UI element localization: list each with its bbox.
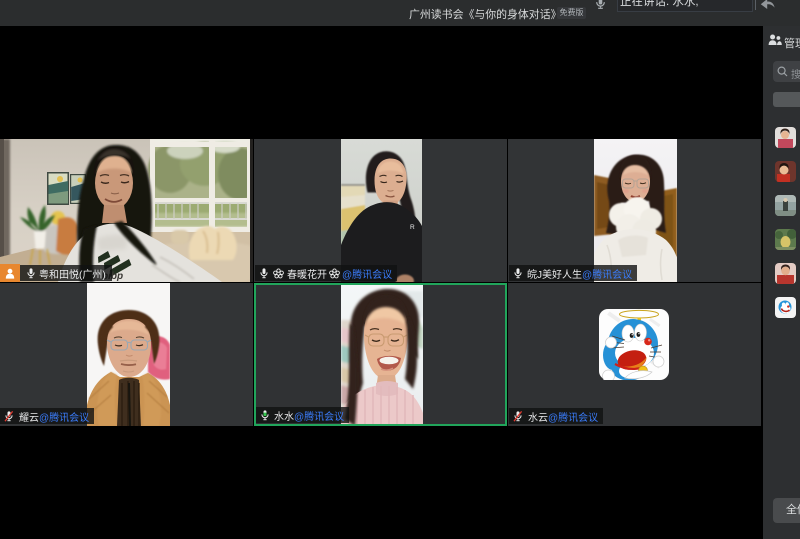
svg-text:R: R (410, 224, 415, 231)
